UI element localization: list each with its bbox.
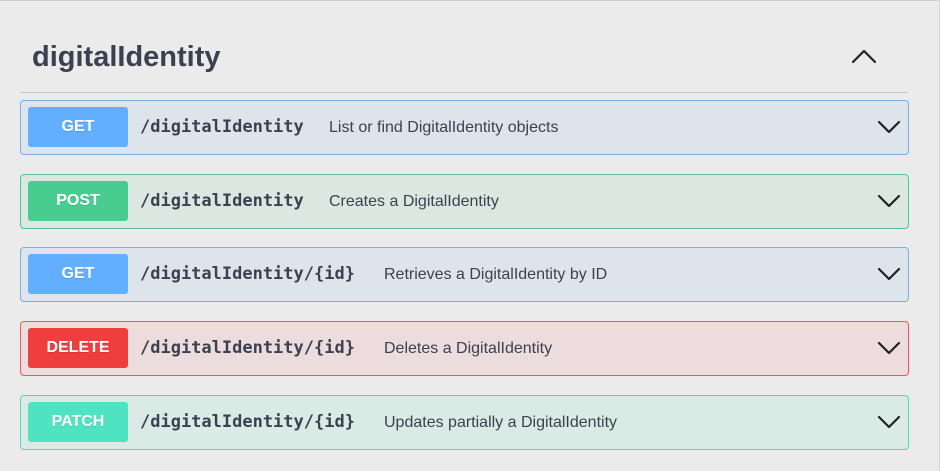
collapse-button[interactable] <box>846 42 882 72</box>
chevron-down-icon <box>877 415 901 429</box>
chevron-down-icon <box>877 120 901 134</box>
operation-summary: Creates a DigitalIdentity <box>329 193 499 210</box>
operation-path: /digitalIdentity/{id} <box>140 264 355 284</box>
chevron-down-icon <box>877 341 901 355</box>
expand-operation-button[interactable] <box>877 191 901 211</box>
expand-operation-button[interactable] <box>877 338 901 358</box>
method-badge-patch: PATCH <box>28 402 128 442</box>
operation-path: /digitalIdentity <box>140 191 304 211</box>
operation-path: /digitalIdentity/{id} <box>140 412 355 432</box>
expand-operation-button[interactable] <box>877 412 901 432</box>
frame-top-border <box>0 0 940 1</box>
method-badge-get: GET <box>28 254 128 294</box>
operation-delete-digitalidentity[interactable]: DELETE /digitalIdentity/{id} Deletes a D… <box>20 321 909 376</box>
chevron-down-icon <box>877 267 901 281</box>
expand-operation-button[interactable] <box>877 264 901 284</box>
method-badge-delete: DELETE <box>28 328 128 368</box>
operation-post-digitalidentity[interactable]: POST /digitalIdentity Creates a DigitalI… <box>20 174 909 229</box>
method-badge-post: POST <box>28 181 128 221</box>
operation-summary: Deletes a DigitalIdentity <box>384 340 553 357</box>
method-badge-get: GET <box>28 107 128 147</box>
expand-operation-button[interactable] <box>877 117 901 137</box>
chevron-down-icon <box>877 194 901 208</box>
operation-summary: Updates partially a DigitalIdentity <box>384 414 618 431</box>
chevron-up-icon <box>851 49 877 64</box>
operation-summary: List or find DigitalIdentity objects <box>329 119 559 136</box>
operation-patch-digitalidentity[interactable]: PATCH /digitalIdentity/{id} Updates part… <box>20 395 909 450</box>
operation-get-digitalidentity[interactable]: GET /digitalIdentity List or find Digita… <box>20 100 909 155</box>
operation-path: /digitalIdentity <box>140 117 304 137</box>
tag-section-header[interactable]: digitalIdentity <box>20 28 908 93</box>
operation-summary: Retrieves a DigitalIdentity by ID <box>384 266 608 283</box>
operation-path: /digitalIdentity/{id} <box>140 338 355 358</box>
operation-get-digitalidentity-by-id[interactable]: GET /digitalIdentity/{id} Retrieves a Di… <box>20 247 909 302</box>
section-title: digitalIdentity <box>32 41 221 73</box>
